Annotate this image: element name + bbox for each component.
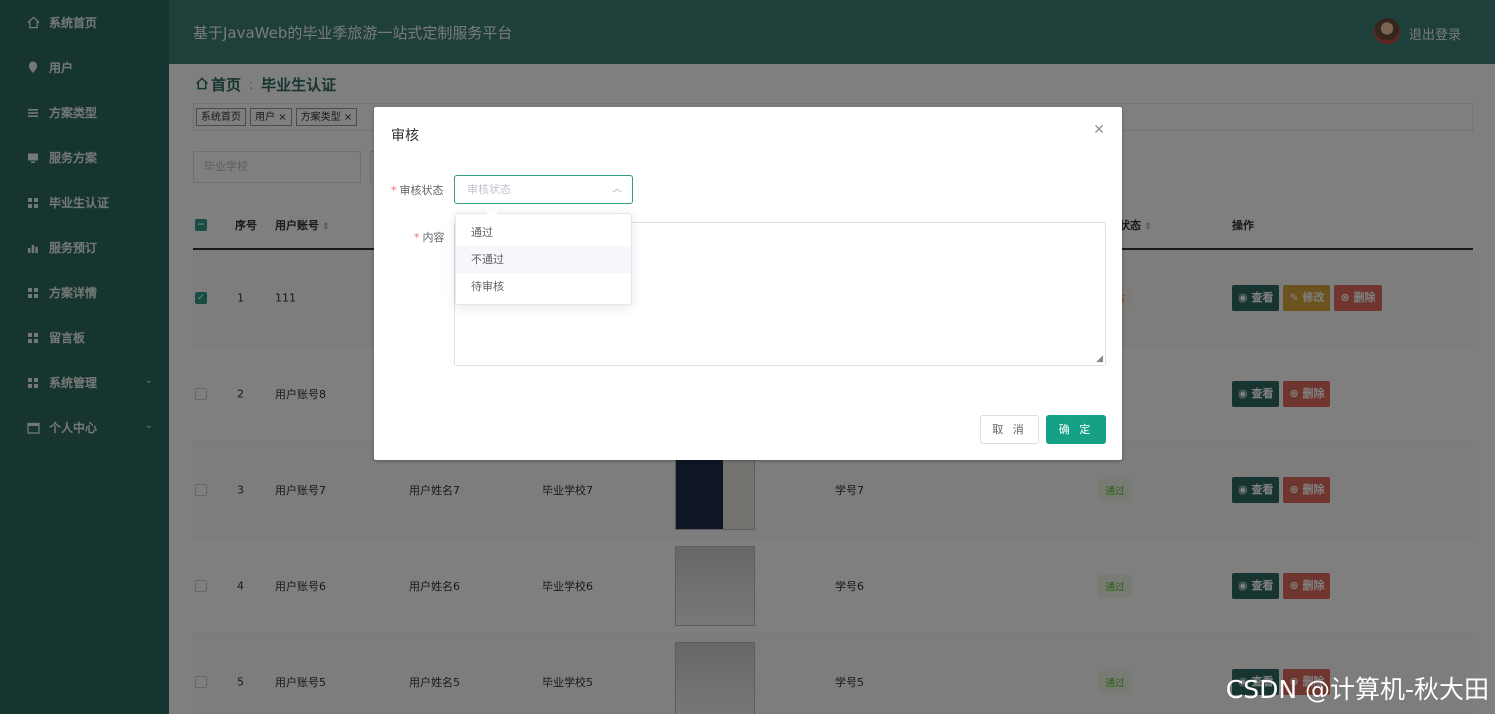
content-field-label: * 内容 bbox=[414, 229, 445, 245]
option-reject[interactable]: 不通过 bbox=[456, 246, 631, 273]
confirm-button[interactable]: 确 定 bbox=[1046, 415, 1106, 444]
status-select[interactable]: 审核状态 ︿ bbox=[454, 175, 633, 204]
option-pending[interactable]: 待审核 bbox=[456, 273, 631, 300]
cancel-button[interactable]: 取 消 bbox=[980, 415, 1039, 444]
dialog-title: 审核 bbox=[391, 128, 419, 144]
content-label-text: 内容 bbox=[422, 231, 445, 244]
chevron-up-icon: ︿ bbox=[612, 184, 622, 195]
status-label-text: 审核状态 bbox=[399, 184, 444, 197]
option-pass[interactable]: 通过 bbox=[456, 219, 631, 246]
watermark: CSDN @计算机-秋大田 bbox=[1225, 675, 1489, 704]
status-select-placeholder: 审核状态 bbox=[467, 183, 511, 196]
required-mark: * bbox=[414, 231, 420, 244]
status-dropdown: 通过 不通过 待审核 bbox=[455, 208, 632, 305]
close-icon[interactable]: ✕ bbox=[1093, 122, 1105, 138]
required-mark: * bbox=[391, 184, 397, 197]
resize-handle-icon[interactable]: ◢ bbox=[1096, 354, 1103, 364]
status-field-label: * 审核状态 bbox=[391, 182, 444, 198]
